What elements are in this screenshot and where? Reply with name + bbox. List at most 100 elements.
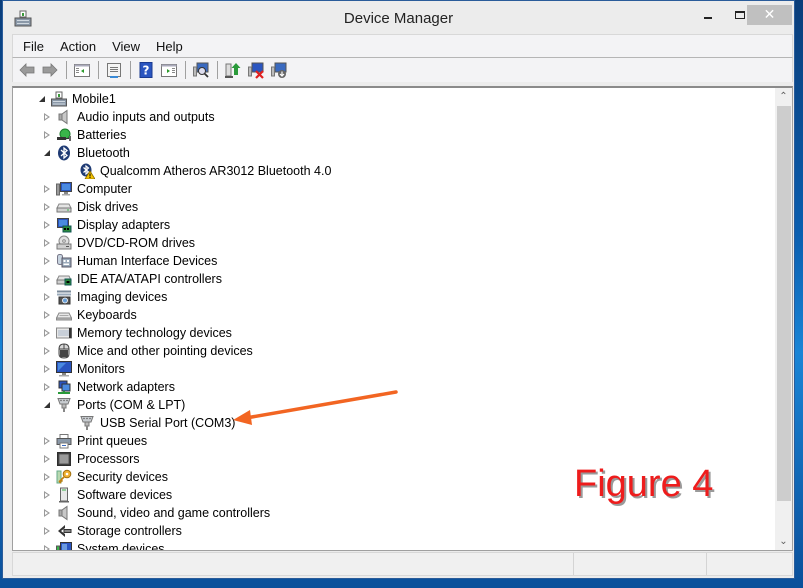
toolbar-separator	[217, 61, 218, 79]
scrollbar-thumb[interactable]	[777, 106, 791, 501]
tree-item-label: Disk drives	[77, 200, 139, 214]
scroll-up-button[interactable]: ⌃	[775, 88, 792, 105]
expanded-triangle-icon[interactable]	[42, 400, 52, 410]
tree-category-dvd-cd-rom-drives[interactable]: DVD/CD-ROM drives	[13, 234, 774, 252]
properties-button[interactable]	[103, 60, 125, 80]
minimize-button[interactable]	[693, 5, 723, 25]
vertical-scrollbar[interactable]: ⌃ ⌄	[775, 88, 792, 550]
speaker-icon	[56, 505, 72, 521]
tree-device-usb-serial-port-com3[interactable]: USB Serial Port (COM3)	[13, 414, 774, 432]
tree-item-label: Sound, video and game controllers	[77, 506, 271, 520]
computer-root-icon	[51, 91, 67, 107]
tree-category-ide-ata-atapi-controllers[interactable]: IDE ATA/ATAPI controllers	[13, 270, 774, 288]
menu-help[interactable]: Help	[156, 39, 183, 54]
scan-hardware-button[interactable]	[190, 60, 212, 80]
help-button[interactable]: ?	[135, 60, 157, 80]
port-icon	[80, 416, 94, 430]
camera-icon	[57, 290, 71, 305]
tree-category-imaging-devices[interactable]: Imaging devices	[13, 288, 774, 306]
tree-item-label: USB Serial Port (COM3)	[100, 416, 236, 430]
collapsed-triangle-icon[interactable]	[42, 112, 52, 122]
collapsed-triangle-icon[interactable]	[42, 544, 52, 550]
collapsed-triangle-icon[interactable]	[42, 184, 52, 194]
tree-category-human-interface-devices[interactable]: Human Interface Devices	[13, 252, 774, 270]
collapsed-triangle-icon[interactable]	[42, 220, 52, 230]
collapsed-triangle-icon[interactable]	[42, 346, 52, 356]
collapsed-triangle-icon[interactable]	[42, 382, 52, 392]
disable-device-button[interactable]	[268, 60, 290, 80]
collapsed-triangle-icon[interactable]	[42, 130, 52, 140]
collapsed-triangle-icon[interactable]	[42, 256, 52, 266]
forward-button[interactable]	[39, 60, 61, 80]
status-bar	[12, 552, 793, 576]
hid-icon	[56, 253, 72, 269]
monitor-icon	[56, 361, 72, 377]
collapsed-triangle-icon[interactable]	[42, 472, 52, 482]
tree-category-bluetooth[interactable]: Bluetooth	[13, 144, 774, 162]
expand-glyph	[44, 274, 50, 284]
tree-root-node[interactable]: Mobile1	[13, 90, 774, 108]
collapsed-triangle-icon[interactable]	[42, 292, 52, 302]
disk-drive-icon	[56, 203, 72, 213]
tree-category-system-devices[interactable]: System devices	[13, 540, 774, 550]
tree-category-mice-and-other-pointing-devices[interactable]: Mice and other pointing devices	[13, 342, 774, 360]
collapsed-triangle-icon[interactable]	[42, 526, 52, 536]
expand-glyph	[44, 310, 50, 320]
expanded-triangle-icon[interactable]	[37, 94, 47, 104]
tree-category-disk-drives[interactable]: Disk drives	[13, 198, 774, 216]
tree-item-label: Security devices	[77, 470, 169, 484]
tree-category-display-adapters[interactable]: Display adapters	[13, 216, 774, 234]
tree-category-sound-video-and-game-controllers[interactable]: Sound, video and game controllers	[13, 504, 774, 522]
ide-controller-icon	[56, 275, 72, 286]
status-segment	[574, 553, 707, 575]
tree-category-memory-technology-devices[interactable]: Memory technology devices	[13, 324, 774, 342]
tree-category-computer[interactable]: Computer	[13, 180, 774, 198]
expand-glyph	[44, 220, 50, 230]
collapsed-triangle-icon[interactable]	[42, 274, 52, 284]
expand-glyph	[44, 526, 50, 536]
display-adapter-icon	[57, 218, 72, 233]
key-icon	[56, 469, 72, 484]
menu-action[interactable]: Action	[60, 39, 96, 54]
title-bar[interactable]: Device Manager ✕	[3, 1, 794, 35]
tree-item-label: Audio inputs and outputs	[77, 110, 215, 124]
collapsed-triangle-icon[interactable]	[42, 490, 52, 500]
uninstall-device-button[interactable]	[245, 60, 267, 80]
collapsed-triangle-icon[interactable]	[42, 436, 52, 446]
tree-category-network-adapters[interactable]: Network adapters	[13, 378, 774, 396]
tree-category-keyboards[interactable]: Keyboards	[13, 306, 774, 324]
tree-item-label: Network adapters	[77, 380, 175, 394]
collapsed-triangle-icon[interactable]	[42, 454, 52, 464]
collapsed-triangle-icon[interactable]	[42, 238, 52, 248]
tree-category-print-queues[interactable]: Print queues	[13, 432, 774, 450]
close-button[interactable]: ✕	[747, 5, 792, 25]
computer-icon	[56, 181, 72, 197]
menu-view[interactable]: View	[112, 39, 140, 54]
tree-category-ports-com-lpt[interactable]: Ports (COM & LPT)	[13, 396, 774, 414]
tree-item-label: Monitors	[77, 362, 125, 376]
tree-category-audio-inputs-and-outputs[interactable]: Audio inputs and outputs	[13, 108, 774, 126]
software-device-icon	[59, 487, 69, 503]
collapsed-triangle-icon[interactable]	[42, 310, 52, 320]
tree-category-monitors[interactable]: Monitors	[13, 360, 774, 378]
back-button[interactable]	[16, 60, 38, 80]
collapsed-triangle-icon[interactable]	[42, 364, 52, 374]
memory-icon	[56, 325, 72, 341]
tree-item-label: DVD/CD-ROM drives	[77, 236, 196, 250]
action-pane-button[interactable]	[158, 60, 180, 80]
collapsed-triangle-icon[interactable]	[42, 328, 52, 338]
tree-category-batteries[interactable]: Batteries	[13, 126, 774, 144]
menu-file[interactable]: File	[23, 39, 44, 54]
system-device-icon	[56, 541, 72, 550]
tree-category-storage-controllers[interactable]: Storage controllers	[13, 522, 774, 540]
collapsed-triangle-icon[interactable]	[42, 202, 52, 212]
printer-icon	[56, 434, 72, 449]
expanded-triangle-icon[interactable]	[42, 148, 52, 158]
dvd-drive-icon	[56, 235, 72, 250]
update-driver-button[interactable]	[222, 60, 244, 80]
tree-device-qualcomm-atheros-ar3012-bluetooth-4-0[interactable]: Qualcomm Atheros AR3012 Bluetooth 4.0	[13, 162, 774, 180]
collapsed-triangle-icon[interactable]	[42, 508, 52, 518]
console-tree-button[interactable]	[71, 60, 93, 80]
scan-hardware-icon	[193, 62, 209, 78]
scroll-down-button[interactable]: ⌄	[775, 533, 792, 550]
